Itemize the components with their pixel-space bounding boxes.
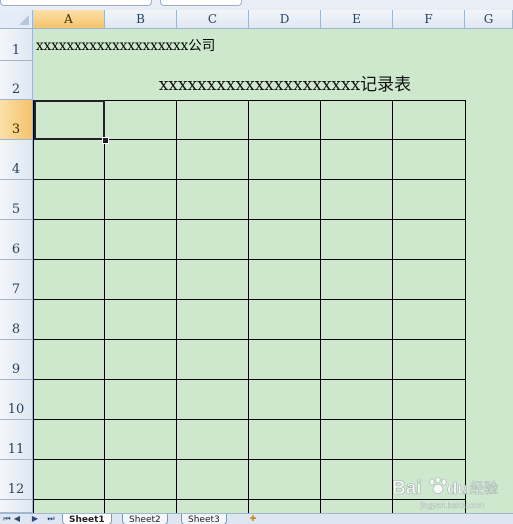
table-cell-b11[interactable] [105,420,177,460]
column-header-c[interactable]: C [177,10,249,29]
table-cell-e5[interactable] [321,180,393,220]
column-header-b[interactable]: B [105,10,177,29]
name-box[interactable] [0,0,152,6]
table-cell-e12[interactable] [321,460,393,500]
table-cell-b3[interactable] [105,100,177,140]
table-cell-e8[interactable] [321,300,393,340]
sheet-tab-bar: ⏮ ◀ ▶ ⏭ Sheet1 Sheet2 Sheet3 ✚ [0,513,513,524]
table-cell-d5[interactable] [249,180,321,220]
row-header-12[interactable]: 12 [0,460,33,500]
row-header-9[interactable]: 9 [0,340,33,380]
table-cell-c8[interactable] [177,300,249,340]
table-cell-e9[interactable] [321,340,393,380]
table-cell-d6[interactable] [249,220,321,260]
table-cell-b6[interactable] [105,220,177,260]
table-cell-a7[interactable] [33,260,105,300]
table-cell-c12[interactable] [177,460,249,500]
watermark-site: jingyan.baidu.com [419,501,485,510]
cell-a1-company-name[interactable]: xxxxxxxxxxxxxxxxxxxx公司 [36,34,215,54]
cell-b2-record-table-title[interactable]: xxxxxxxxxxxxxxxxxxxxx记录表 [35,70,513,95]
row-header-4[interactable]: 4 [0,140,33,180]
table-cell-f9[interactable] [393,340,466,380]
column-header-a[interactable]: A [33,10,105,29]
table-cell-b7[interactable] [105,260,177,300]
table-cell-a6[interactable] [33,220,105,260]
row-header-7[interactable]: 7 [0,260,33,300]
table-cell-e6[interactable] [321,220,393,260]
row-header-13-partial[interactable] [0,500,33,513]
column-header-d[interactable]: D [249,10,321,29]
row-header-3[interactable]: 3 [0,100,33,140]
table-cell-c6[interactable] [177,220,249,260]
table-cell-b8[interactable] [105,300,177,340]
table-cell-a4[interactable] [33,140,105,180]
table-cell-c10[interactable] [177,380,249,420]
table-cell-f4[interactable] [393,140,466,180]
table-cell-e3[interactable] [321,100,393,140]
watermark-brand-suffix: du [447,479,468,498]
row-header-2[interactable]: 2 [0,61,33,100]
table-cell-c9[interactable] [177,340,249,380]
table-cell-f6[interactable] [393,220,466,260]
table-cell-d10[interactable] [249,380,321,420]
table-cell-b4[interactable] [105,140,177,180]
fill-handle[interactable] [102,137,109,144]
row-header-6[interactable]: 6 [0,220,33,260]
active-cell-a3[interactable] [34,100,105,140]
table-cell-b9[interactable] [105,340,177,380]
table-cell-f10[interactable] [393,380,466,420]
watermark-product: 经验 [470,481,498,497]
table-cell-a8[interactable] [33,300,105,340]
table-cell-d9[interactable] [249,340,321,380]
table-cell-b10[interactable] [105,380,177,420]
row-header-8[interactable]: 8 [0,300,33,340]
table-cell-d11[interactable] [249,420,321,460]
table-cell-c7[interactable] [177,260,249,300]
table-cell-f3[interactable] [393,100,466,140]
row-header-10[interactable]: 10 [0,380,33,420]
table-cell-d3[interactable] [249,100,321,140]
column-header-f[interactable]: F [393,10,465,29]
column-header-g[interactable]: G [465,10,513,29]
table-cell-c3[interactable] [177,100,249,140]
table-cell-b12[interactable] [105,460,177,500]
table-cell-d8[interactable] [249,300,321,340]
table-cell-a9[interactable] [33,340,105,380]
table-cell-d7[interactable] [249,260,321,300]
baidu-jingyan-watermark: Bai du 经验 jingyan.baidu.com [392,476,498,510]
table-cell-d4[interactable] [249,140,321,180]
watermark-brand: Bai [392,478,422,499]
table-cell-a12[interactable] [33,460,105,500]
table-cell-f8[interactable] [393,300,466,340]
select-all-button[interactable] [0,10,33,29]
table-cell-d12[interactable] [249,460,321,500]
table-cell-a5[interactable] [33,180,105,220]
column-header-e[interactable]: E [321,10,393,29]
table-cell-e4[interactable] [321,140,393,180]
table-cell-a10[interactable] [33,380,105,420]
table-cell-a11[interactable] [33,420,105,460]
row-header-1[interactable]: 1 [0,29,33,61]
table-cell-e11[interactable] [321,420,393,460]
row-headers: 1 2 3 4 5 6 7 8 9 10 11 12 [0,29,33,513]
column-headers: A B C D E F G [33,10,513,29]
table-cell-b5[interactable] [105,180,177,220]
row-header-11[interactable]: 11 [0,420,33,460]
table-cell-f7[interactable] [393,260,466,300]
table-cell-f11[interactable] [393,420,466,460]
table-cell-f5[interactable] [393,180,466,220]
baidu-paw-icon [429,476,447,494]
table-cell-c5[interactable] [177,180,249,220]
table-cell-e7[interactable] [321,260,393,300]
select-all-triangle-icon [19,15,29,25]
table-cell-c11[interactable] [177,420,249,460]
formula-input[interactable] [160,0,242,6]
row-header-5[interactable]: 5 [0,180,33,220]
table-cell-c4[interactable] [177,140,249,180]
table-cell-e10[interactable] [321,380,393,420]
